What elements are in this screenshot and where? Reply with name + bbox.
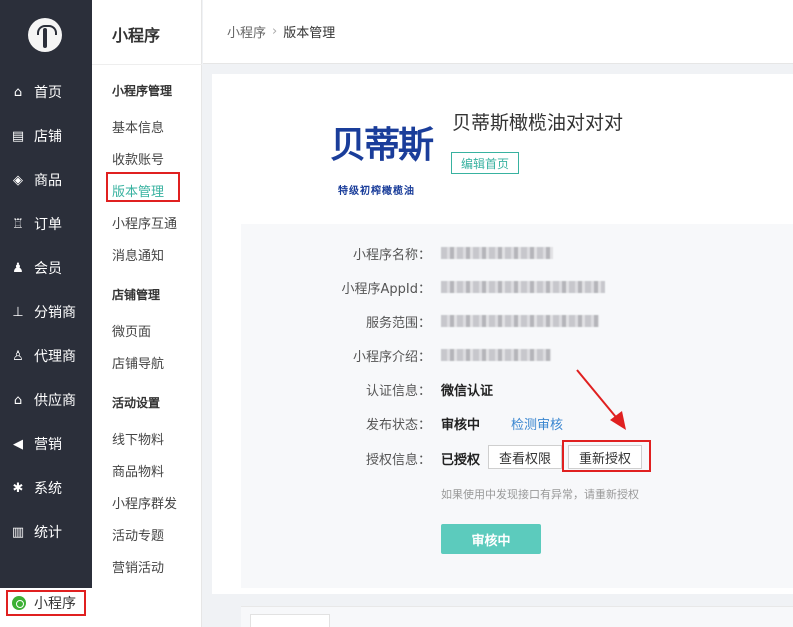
nav-item-label: 系统 <box>34 481 62 497</box>
nav-item-label: 首页 <box>34 85 62 101</box>
app-name: 贝蒂斯橄榄油对对对 <box>452 112 624 134</box>
intro-value-blurred <box>441 349 551 361</box>
sub-nav-item[interactable]: 商品物料 <box>112 461 164 480</box>
sub-nav-item[interactable]: 微页面 <box>112 321 151 340</box>
bottom-tab[interactable] <box>250 614 330 627</box>
home-icon: ⌂ <box>13 84 23 100</box>
nav-item-8[interactable]: ◀ 营销 <box>0 429 92 459</box>
sitemap-icon: ⊥ <box>12 304 24 320</box>
store-icon: ▤ <box>11 128 25 144</box>
nav-item-9[interactable]: ✱ 系统 <box>0 473 92 503</box>
edit-homepage-button[interactable]: 编辑首页 <box>451 152 519 174</box>
nav-item-10[interactable]: ▥ 统计 <box>0 517 92 547</box>
breadcrumb-current: 版本管理 <box>283 26 336 41</box>
agent-icon: ♙ <box>12 348 24 364</box>
nav-item-label: 会员 <box>34 261 62 277</box>
sub-nav-item[interactable]: 消息通知 <box>112 245 164 264</box>
under-review-button[interactable]: 审核中 <box>441 524 541 554</box>
megaphone-icon: ◀ <box>13 436 23 452</box>
app-logo: 贝蒂斯 特级初榨橄榄油 <box>330 112 438 204</box>
highlight-box-reauthorize <box>562 440 651 472</box>
auth-status: 已授权 <box>441 453 481 468</box>
highlight-box-version-management <box>106 172 180 202</box>
nav-item-label: 订单 <box>34 217 62 233</box>
auth-label: 授权信息： <box>365 453 431 468</box>
sub-nav-heading: 店铺管理 <box>112 288 161 302</box>
sub-nav-title: 小程序 <box>112 26 161 45</box>
intro-label: 小程序介绍： <box>352 350 431 365</box>
logo-text: 贝蒂斯 <box>330 124 434 166</box>
nav-item-label: 商品 <box>34 173 62 189</box>
publish-status: 审核中 <box>441 418 481 433</box>
sub-nav-item[interactable]: 基本信息 <box>112 117 164 136</box>
bank-icon: ⌂ <box>13 392 23 408</box>
nav-item-label: 小程序 <box>34 596 76 612</box>
nav-item-label: 代理商 <box>34 349 76 365</box>
nav-item-0[interactable]: ⌂ 首页 <box>0 77 92 107</box>
nav-item-5[interactable]: ⊥ 分销商 <box>0 297 92 327</box>
nav-item-label: 营销 <box>34 437 62 453</box>
check-review-link[interactable]: 检测审核 <box>511 414 563 433</box>
chevron-right-icon: › <box>272 24 278 39</box>
hint-text: 如果使用中发现接口有异常，请重新授权 <box>441 488 639 501</box>
scope-label: 服务范围： <box>365 316 431 331</box>
sub-nav-item[interactable]: 小程序互通 <box>112 213 177 232</box>
appid-value-blurred <box>441 281 605 293</box>
sub-nav-item[interactable]: 店铺导航 <box>112 353 164 372</box>
box-icon: ◈ <box>13 172 23 188</box>
scope-value-blurred <box>441 315 599 327</box>
nav-item-3[interactable]: ♖ 订单 <box>0 209 92 239</box>
nav-item-label: 统计 <box>34 525 62 541</box>
mini-program-icon <box>12 596 26 610</box>
brand-logo-icon <box>28 18 62 52</box>
user-icon: ♟ <box>12 260 24 276</box>
bar-chart-icon: ▥ <box>11 524 25 540</box>
name-value-blurred <box>441 247 553 259</box>
breadcrumb-root[interactable]: 小程序 <box>227 22 266 41</box>
name-label: 小程序名称： <box>352 248 431 263</box>
sub-nav-heading: 小程序管理 <box>112 84 173 98</box>
gear-icon: ✱ <box>12 480 24 496</box>
sub-nav-item[interactable]: 线下物料 <box>112 429 164 448</box>
view-permissions-button[interactable]: 查看权限 <box>488 445 562 469</box>
logo-subtitle: 特级初榨橄榄油 <box>338 186 415 197</box>
sub-nav-item[interactable]: 收款账号 <box>112 149 164 168</box>
cert-value: 微信认证 <box>441 384 494 399</box>
divider <box>92 64 202 65</box>
breadcrumb: 小程序 › 版本管理 <box>203 0 793 64</box>
nav-item-mini-program[interactable]: 小程序 <box>6 590 86 616</box>
nav-item-1[interactable]: ▤ 店铺 <box>0 121 92 151</box>
cert-label: 认证信息： <box>365 384 431 399</box>
sub-nav-item[interactable]: 小程序群发 <box>112 493 177 512</box>
nav-item-6[interactable]: ♙ 代理商 <box>0 341 92 371</box>
nav-item-4[interactable]: ♟ 会员 <box>0 253 92 283</box>
cart-icon: ♖ <box>12 216 24 232</box>
nav-item-2[interactable]: ◈ 商品 <box>0 165 92 195</box>
sub-nav-heading: 活动设置 <box>112 396 161 410</box>
nav-item-label: 店铺 <box>34 129 62 145</box>
nav-item-7[interactable]: ⌂ 供应商 <box>0 385 92 415</box>
sub-nav-item[interactable]: 营销活动 <box>112 557 164 576</box>
nav-item-label: 分销商 <box>34 305 76 321</box>
sub-nav-item[interactable]: 活动专题 <box>112 525 164 544</box>
nav-item-label: 供应商 <box>34 393 76 409</box>
publish-label: 发布状态： <box>365 418 431 433</box>
appid-label: 小程序AppId： <box>341 282 431 297</box>
